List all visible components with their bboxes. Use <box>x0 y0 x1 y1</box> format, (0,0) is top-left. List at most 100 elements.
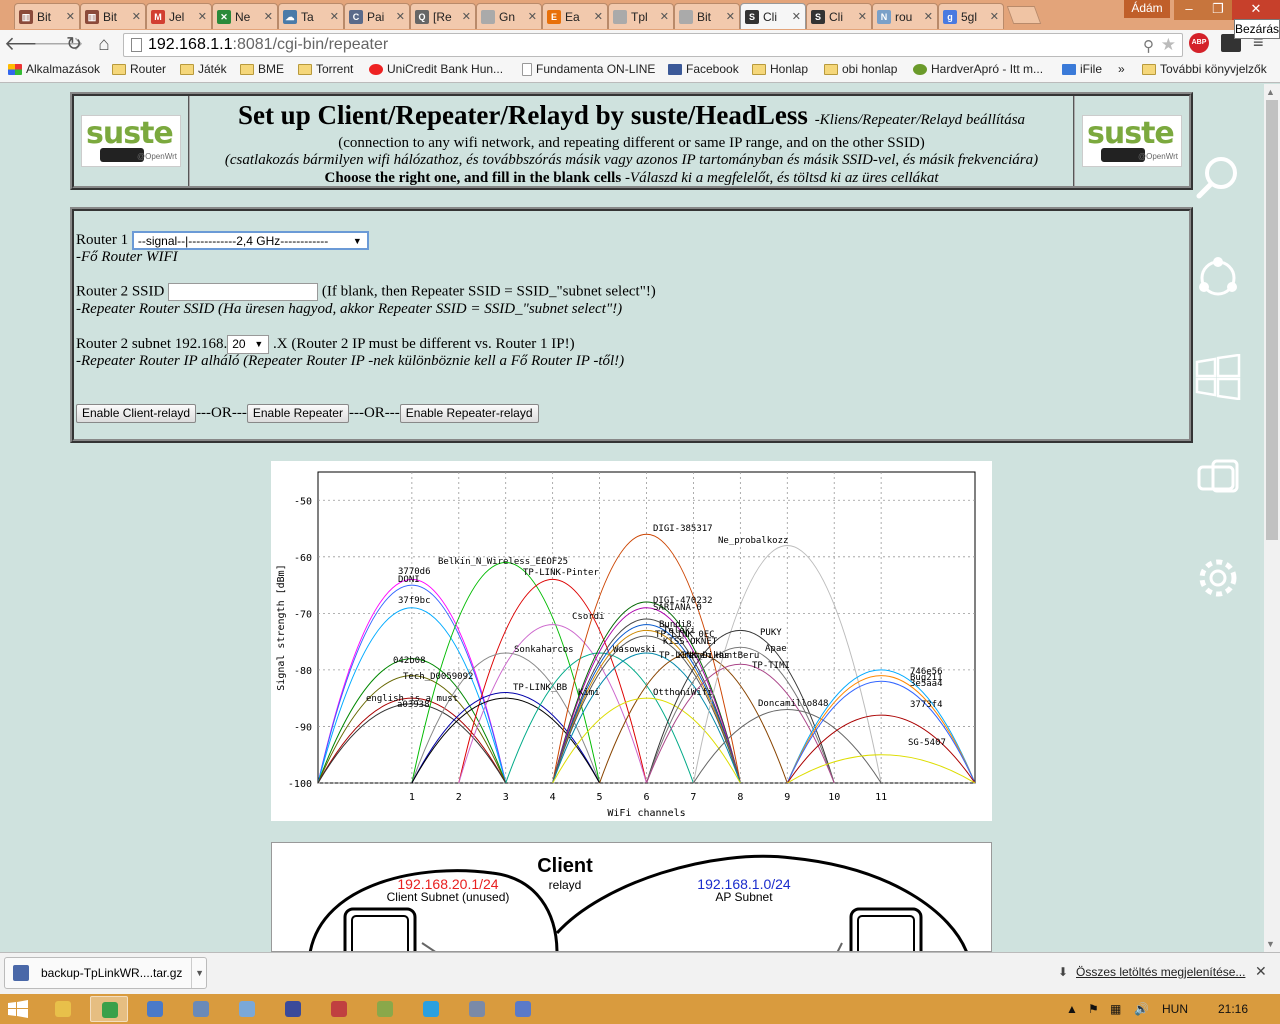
download-item[interactable]: backup-TpLinkWR....tar.gz ▼ <box>4 957 207 989</box>
browser-tab[interactable]: ▥ Bit ✕ <box>80 3 146 29</box>
flag-icon[interactable]: ⚑ <box>1088 1002 1099 1016</box>
tab-close-icon[interactable]: ✕ <box>660 10 669 23</box>
bookmark-folder[interactable]: obi honlap <box>824 62 897 76</box>
browser-tab[interactable]: M Jel ✕ <box>146 3 212 29</box>
page-scrollbar[interactable]: ▲ ▼ <box>1264 84 1280 952</box>
scroll-up-icon[interactable]: ▲ <box>1266 87 1275 97</box>
clock[interactable]: 21:16 <box>1218 1002 1248 1016</box>
profile-badge[interactable]: Ádám <box>1124 0 1170 18</box>
browser-tab[interactable]: S Cli ✕ <box>806 3 872 29</box>
language-indicator[interactable]: HUN <box>1162 1002 1188 1016</box>
tab-label: Ta <box>301 9 314 24</box>
windows-start-icon[interactable] <box>8 1000 28 1018</box>
charm-settings-icon[interactable] <box>1195 555 1241 601</box>
browser-tab[interactable]: ☁ Ta ✕ <box>278 3 344 29</box>
tab-close-icon[interactable]: ✕ <box>198 10 207 23</box>
charm-search-icon[interactable] <box>1195 154 1241 200</box>
browser-tab[interactable]: Q [Re ✕ <box>410 3 476 29</box>
bookmark-folder[interactable]: További könyvjelzők <box>1142 62 1267 76</box>
tab-close-icon[interactable]: ✕ <box>594 10 603 23</box>
home-button[interactable]: ⌂ <box>92 33 116 57</box>
tab-close-icon[interactable]: ✕ <box>726 10 735 23</box>
minimize-button[interactable]: – <box>1174 0 1204 20</box>
tab-close-icon[interactable]: ✕ <box>396 10 405 23</box>
ssid-note: (If blank, then Repeater SSID = SSID_"su… <box>321 283 656 300</box>
taskbar-vmware-button[interactable] <box>228 996 266 1022</box>
charm-start-icon[interactable] <box>1195 354 1241 400</box>
bookmark-folder[interactable]: Router <box>112 62 166 76</box>
bookmark-facebook[interactable]: Facebook <box>668 62 739 76</box>
bookmark-page[interactable]: Fundamenta ON-LINE <box>522 62 655 76</box>
browser-tab[interactable]: Nrou ✕ <box>872 3 938 29</box>
taskbar-network-button[interactable] <box>136 996 174 1022</box>
tab-close-icon[interactable]: ✕ <box>132 10 141 23</box>
enable-repeater-button[interactable]: Enable Repeater <box>246 404 349 423</box>
taskbar-puzzle-button[interactable] <box>182 996 220 1022</box>
show-all-downloads-link[interactable]: Összes letöltés megjelenítése... <box>1076 965 1245 979</box>
tray-arrow-icon[interactable]: ▲ <box>1066 1002 1078 1016</box>
taskbar-skype-button[interactable] <box>412 996 450 1022</box>
browser-tab[interactable]: S Cli ✕ <box>740 3 806 29</box>
bookmark-apps[interactable]: Alkalmazások <box>8 62 100 76</box>
taskbar-drive-button[interactable] <box>458 996 496 1022</box>
taskbar-window-button[interactable] <box>504 996 542 1022</box>
series-label: a03938 <box>397 700 430 710</box>
subnet-select[interactable]: 20 ▼ <box>227 335 270 354</box>
router1-select[interactable]: --signal--|------------2,4 GHz----------… <box>131 231 369 250</box>
browser-tab[interactable]: ✕ Ne ✕ <box>212 3 278 29</box>
close-icon[interactable]: ✕ <box>1255 963 1267 980</box>
bookmark-more[interactable]: » <box>1118 62 1125 76</box>
new-tab-button[interactable] <box>1006 6 1042 24</box>
charm-devices-icon[interactable] <box>1195 455 1241 501</box>
star-icon[interactable]: ★ <box>1161 34 1176 56</box>
tab-close-icon[interactable]: ✕ <box>924 10 933 23</box>
browser-tab[interactable]: Tpl ✕ <box>608 3 674 29</box>
ssid-input[interactable] <box>168 283 319 301</box>
browser-tab[interactable]: g 5gl ✕ <box>938 3 1004 29</box>
maximize-button[interactable]: ❐ <box>1204 0 1232 20</box>
taskbar-chrome-button[interactable] <box>90 996 128 1022</box>
address-bar[interactable]: 192.168.1.1:8081/cgi-bin/repeater ⚲ ★ <box>123 33 1183 57</box>
tab-close-icon[interactable]: ✕ <box>792 10 801 23</box>
network-icon[interactable]: ▦ <box>1110 1002 1121 1016</box>
tab-close-icon[interactable]: ✕ <box>528 10 537 23</box>
series-label: OtthoniWifi <box>653 688 713 698</box>
tab-close-icon[interactable]: ✕ <box>858 10 867 23</box>
bookmark-folder[interactable]: BME <box>240 62 284 76</box>
search-icon[interactable]: ⚲ <box>1143 36 1154 58</box>
tab-close-icon[interactable]: ✕ <box>990 10 999 23</box>
tab-close-icon[interactable]: ✕ <box>264 10 273 23</box>
browser-tab[interactable]: ▥ Bit ✕ <box>14 3 80 29</box>
browser-tab[interactable]: Gn ✕ <box>476 3 542 29</box>
adblock-icon[interactable]: ABP <box>1189 33 1209 53</box>
connection-line <box>421 942 436 951</box>
close-window-button[interactable]: ✕ <box>1232 0 1280 20</box>
scrollbar-thumb[interactable] <box>1266 100 1278 540</box>
tab-close-icon[interactable]: ✕ <box>330 10 339 23</box>
browser-tab[interactable]: E Ea ✕ <box>542 3 608 29</box>
enable-client-relayd-button[interactable]: Enable Client-relayd <box>76 404 197 423</box>
bookmark-label: Játék <box>198 62 227 76</box>
taskbar-notepad-button[interactable] <box>366 996 404 1022</box>
reload-button[interactable]: ↻ <box>62 33 86 57</box>
scroll-down-icon[interactable]: ▼ <box>1266 939 1275 949</box>
chevron-down-icon[interactable]: ▼ <box>191 958 204 988</box>
tab-close-icon[interactable]: ✕ <box>66 10 75 23</box>
forward-button[interactable]: 🡒 <box>33 33 84 57</box>
bookmark-hardver[interactable]: HardverApró - Itt m... <box>913 62 1043 76</box>
browser-tab[interactable]: Bit ✕ <box>674 3 740 29</box>
browser-tab[interactable]: C Pai ✕ <box>344 3 410 29</box>
bookmark-folder[interactable]: Játék <box>180 62 227 76</box>
taskbar-floppy-button[interactable] <box>274 996 312 1022</box>
bookmark-folder[interactable]: Torrent <box>298 62 353 76</box>
bookmark-folder[interactable]: Honlap <box>752 62 808 76</box>
charm-share-icon[interactable] <box>1195 255 1241 301</box>
bookmark-ifile[interactable]: iFile <box>1062 62 1102 76</box>
enable-repeater-relayd-button[interactable]: Enable Repeater-relayd <box>399 404 539 423</box>
taskbar-explorer-button[interactable] <box>44 996 82 1022</box>
bookmark-unicredit[interactable]: UniCredit Bank Hun... <box>369 62 503 76</box>
back-button[interactable]: 🡐 <box>4 33 55 57</box>
tab-close-icon[interactable]: ✕ <box>462 10 471 23</box>
volume-icon[interactable]: 🔊 <box>1134 1002 1149 1016</box>
taskbar-toolbox-button[interactable] <box>320 996 358 1022</box>
